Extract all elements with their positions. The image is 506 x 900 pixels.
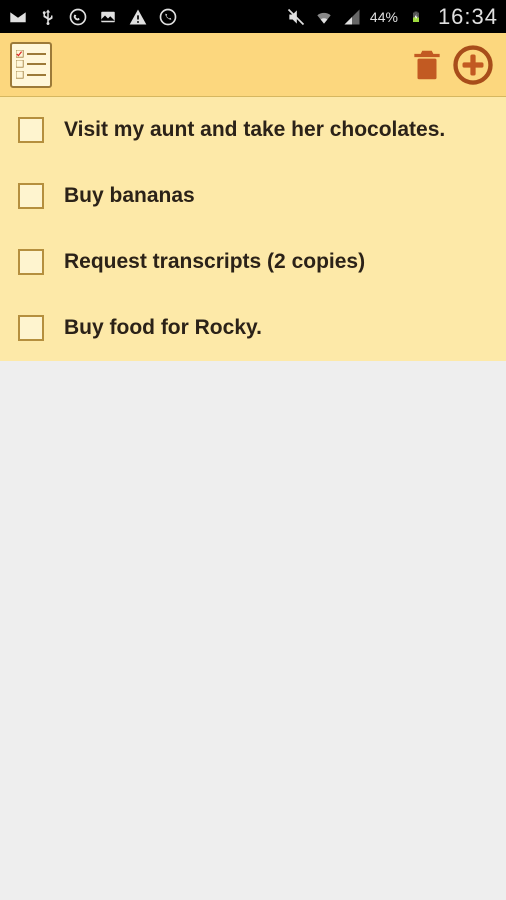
usb-icon (38, 7, 58, 27)
todo-text: Request transcripts (2 copies) (64, 249, 365, 274)
whatsapp-icon (68, 7, 88, 27)
status-clock: 16:34 (438, 4, 498, 30)
todo-checkbox[interactable] (18, 117, 44, 143)
mute-icon (286, 7, 306, 27)
list-item[interactable]: Buy food for Rocky. (0, 295, 506, 361)
todo-list: Visit my aunt and take her chocolates. B… (0, 97, 506, 361)
signal-icon (342, 7, 362, 27)
list-item[interactable]: Visit my aunt and take her chocolates. (0, 97, 506, 163)
todo-text: Buy food for Rocky. (64, 315, 262, 340)
add-button[interactable] (450, 42, 496, 88)
todo-checkbox[interactable] (18, 249, 44, 275)
android-status-bar: 44% 16:34 (0, 0, 506, 33)
status-left-icons (8, 7, 286, 27)
mail-icon (8, 7, 28, 27)
battery-percentage: 44% (370, 9, 398, 25)
wifi-icon (314, 7, 334, 27)
delete-button[interactable] (404, 42, 450, 88)
warning-icon (128, 7, 148, 27)
list-item[interactable]: Buy bananas (0, 163, 506, 229)
phone-icon (158, 7, 178, 27)
todo-checkbox[interactable] (18, 183, 44, 209)
list-item[interactable]: Request transcripts (2 copies) (0, 229, 506, 295)
todo-text: Buy bananas (64, 183, 195, 208)
app-header (0, 33, 506, 97)
app-logo-icon (10, 42, 52, 88)
todo-text: Visit my aunt and take her chocolates. (64, 117, 445, 142)
image-icon (98, 7, 118, 27)
todo-checkbox[interactable] (18, 315, 44, 341)
battery-charging-icon (406, 7, 426, 27)
status-right-icons: 44% 16:34 (286, 4, 498, 30)
